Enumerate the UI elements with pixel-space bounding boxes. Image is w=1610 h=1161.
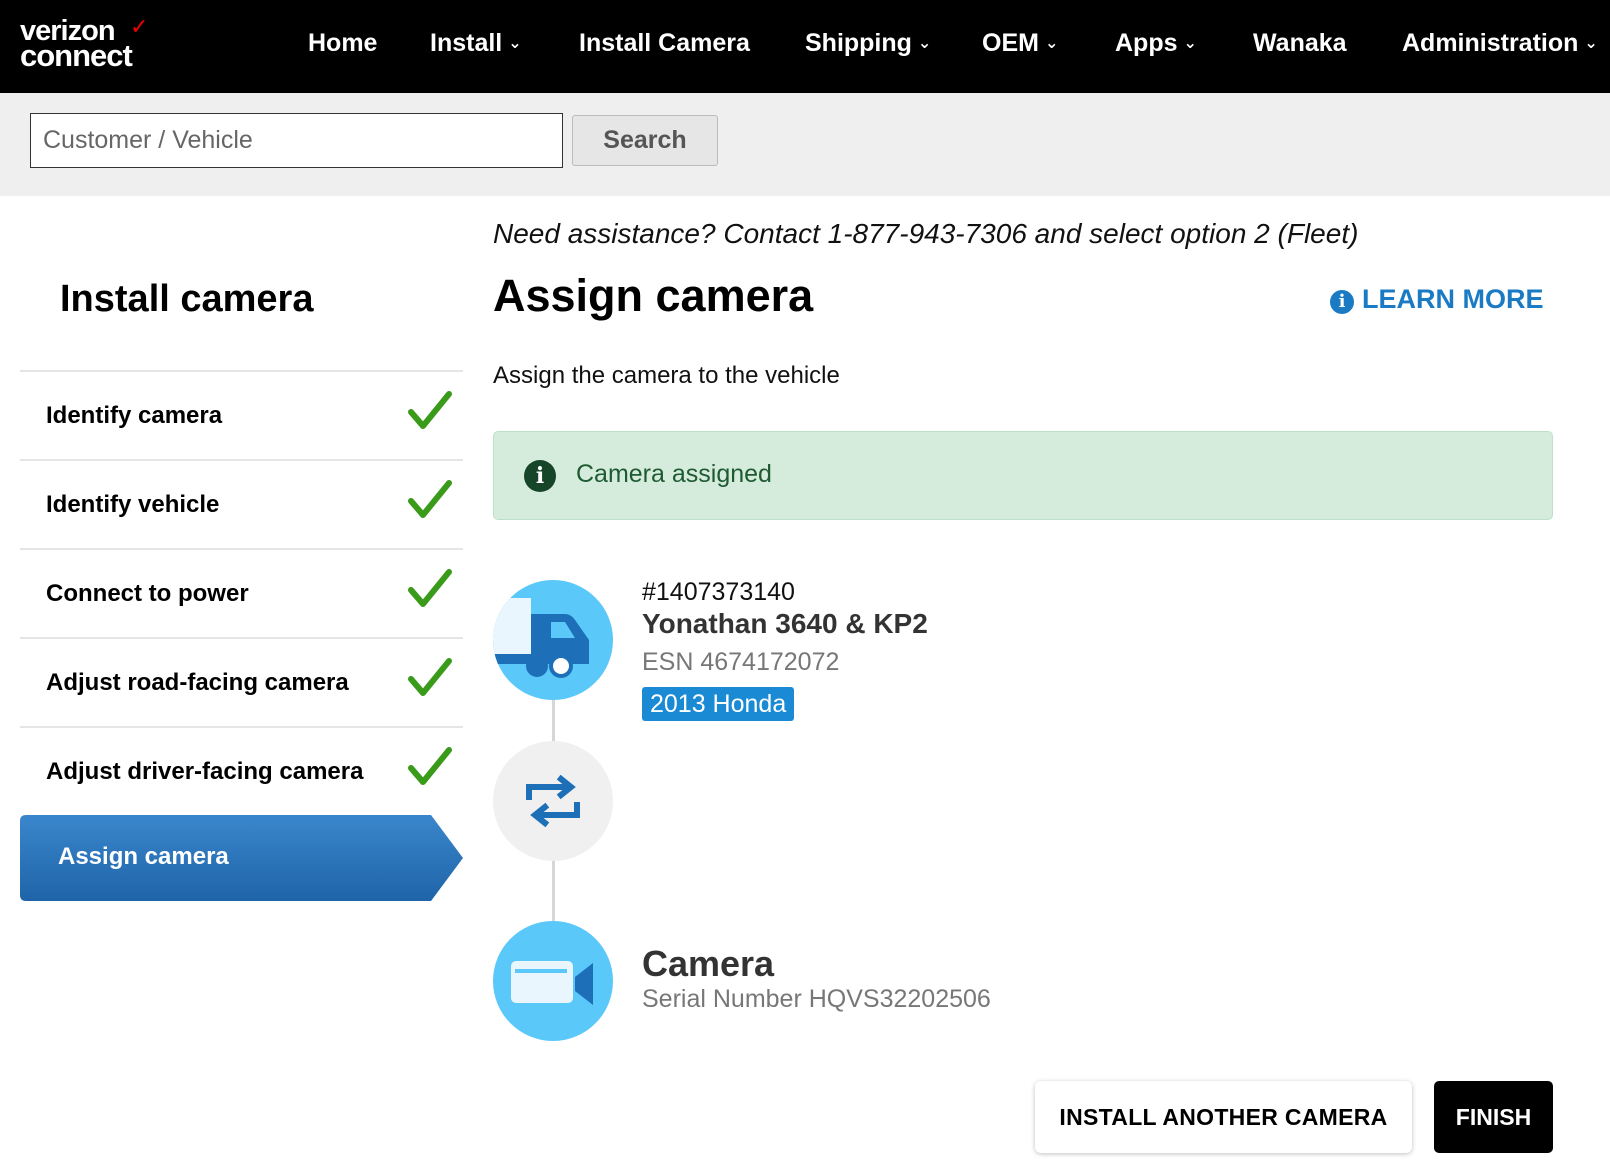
chevron-down-icon: ⌄ — [1183, 35, 1197, 52]
camera-serial-number: Serial Number HQVS32202506 — [642, 985, 991, 1013]
swap-arrows-icon — [526, 774, 580, 828]
logo-check-icon: ✓ — [130, 14, 149, 39]
search-button[interactable]: Search — [572, 115, 718, 166]
step-label: Connect to power — [46, 580, 249, 607]
page-title: Assign camera — [493, 270, 814, 321]
vehicle-esn: ESN 4674172072 — [642, 648, 840, 676]
step-list: Identify camera Identify vehicle Connect… — [20, 370, 463, 815]
assistance-text: Need assistance? Contact 1-877-943-7306 … — [493, 218, 1359, 249]
step-label: Identify camera — [46, 402, 223, 429]
top-navbar: verizon ✓ connect Home Install ⌄ Install … — [0, 0, 1610, 93]
checkmark-icon — [408, 480, 452, 518]
step-identify-camera[interactable]: Identify camera — [20, 370, 463, 459]
chevron-down-icon: ⌄ — [1044, 35, 1059, 52]
step-label: Adjust driver-facing camera — [46, 758, 364, 785]
step-assign-camera-active[interactable]: Assign camera — [20, 815, 463, 901]
nav-wanaka[interactable]: Wanaka — [1253, 26, 1347, 60]
chevron-down-icon: ⌄ — [1584, 35, 1598, 52]
step-label: Assign camera — [58, 843, 229, 870]
checkmark-icon — [408, 747, 452, 785]
nav-install[interactable]: Install ⌄ — [430, 26, 522, 60]
video-camera-icon — [511, 961, 593, 1005]
verizon-connect-logo[interactable]: verizon ✓ connect — [20, 14, 150, 76]
camera-avatar — [493, 921, 613, 1041]
checkmark-icon — [408, 391, 452, 429]
step-label: Adjust road-facing camera — [46, 669, 349, 696]
vehicle-avatar — [493, 580, 613, 700]
vehicle-id: #1407373140 — [642, 578, 795, 606]
step-adjust-driver-facing-camera[interactable]: Adjust driver-facing camera — [20, 726, 463, 815]
alert-text: Camera assigned — [576, 460, 772, 488]
info-icon: i — [1330, 290, 1354, 314]
customer-vehicle-search-input[interactable] — [30, 113, 563, 168]
checkmark-icon — [408, 658, 452, 696]
nav-oem[interactable]: OEM ⌄ — [982, 26, 1058, 60]
install-another-camera-button[interactable]: INSTALL ANOTHER CAMERA — [1035, 1081, 1412, 1153]
chevron-down-icon: ⌄ — [508, 35, 522, 52]
success-alert: i Camera assigned — [493, 431, 1553, 520]
search-bar: Search — [0, 93, 1610, 196]
step-adjust-road-facing-camera[interactable]: Adjust road-facing camera — [20, 637, 463, 726]
assign-link-node — [493, 741, 613, 861]
step-label: Identify vehicle — [46, 491, 220, 518]
nav-apps[interactable]: Apps ⌄ — [1115, 26, 1197, 60]
step-identify-vehicle[interactable]: Identify vehicle — [20, 459, 463, 548]
nav-administration[interactable]: Administration ⌄ — [1402, 26, 1598, 60]
page-subtitle: Assign the camera to the vehicle — [493, 362, 840, 389]
nav-install-camera[interactable]: Install Camera — [579, 26, 750, 60]
learn-more-link[interactable]: i LEARN MORE — [1330, 284, 1544, 322]
vehicle-year-make-badge: 2013 Honda — [642, 687, 795, 721]
step-connect-to-power[interactable]: Connect to power — [20, 548, 463, 637]
vehicle-name: Yonathan 3640 & KP2 — [642, 608, 928, 639]
truck-icon — [493, 598, 589, 678]
checkmark-icon — [408, 569, 452, 607]
info-icon: i — [524, 460, 556, 492]
chevron-down-icon: ⌄ — [917, 35, 932, 52]
sidebar-title: Install camera — [60, 278, 314, 320]
logo-line-2: connect — [20, 38, 133, 73]
camera-title: Camera — [642, 943, 775, 984]
nav-home[interactable]: Home — [308, 26, 377, 60]
nav-shipping[interactable]: Shipping ⌄ — [805, 26, 931, 60]
finish-button[interactable]: FINISH — [1434, 1081, 1553, 1153]
